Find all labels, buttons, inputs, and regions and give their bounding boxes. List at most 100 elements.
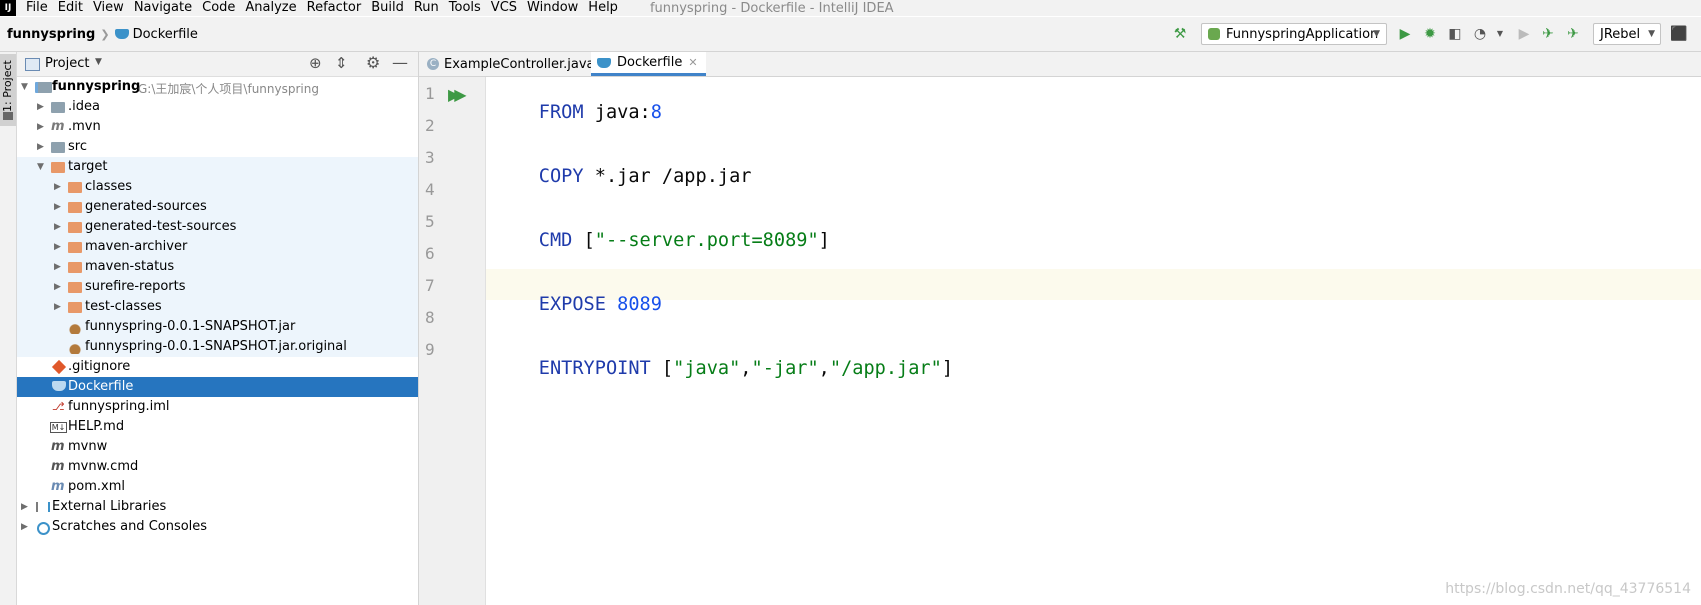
breadcrumb-project[interactable]: funnyspring [7,27,95,42]
watermark: https://blog.csdn.net/qq_43776514 [1445,581,1691,597]
code-editor[interactable]: FROM java:8 COPY *.jar /app.jar CMD ["--… [486,77,1701,605]
collapsed-arrow-icon[interactable]: ▶ [54,221,64,233]
tree-row-scratches[interactable]: ▶ Scratches and Consoles [17,517,418,537]
jrebel-debug-icon[interactable]: ✈ [1565,26,1581,42]
code-text: java: [583,102,651,123]
jrebel-dropdown[interactable]: JRebel ▼ [1593,23,1661,45]
tree-row-maven-archiver[interactable]: ▶ maven-archiver [17,237,418,257]
collapsed-arrow-icon[interactable]: ▶ [54,301,64,313]
tree-row-generated-sources[interactable]: ▶ generated-sources [17,197,418,217]
collapsed-arrow-icon[interactable]: ▶ [37,121,47,133]
expand-arrow-icon[interactable]: ▼ [37,161,47,173]
current-line-highlight [486,269,1701,300]
run-docker-gutter-icon[interactable]: ▶▶ [448,85,466,104]
project-panel-title[interactable]: Project [45,56,89,71]
collapse-all-icon[interactable]: ⇕ [335,54,348,72]
tree-row-classes[interactable]: ▶ classes [17,177,418,197]
tree-row-external-libraries[interactable]: ▶ External Libraries [17,497,418,517]
menu-window[interactable]: Window [527,0,578,16]
tree-row-snapshot-jar-original[interactable]: funnyspring-0.0.1-SNAPSHOT.jar.original [17,337,418,357]
jar-icon [68,320,82,334]
chevron-down-icon[interactable]: ▼ [95,57,102,67]
tree-row-generated-test-sources[interactable]: ▶ generated-test-sources [17,217,418,237]
line-number: 9 [425,340,435,359]
menu-navigate[interactable]: Navigate [134,0,192,16]
collapsed-arrow-icon[interactable]: ▶ [37,101,47,113]
collapsed-arrow-icon[interactable]: ▶ [54,181,64,193]
menu-run[interactable]: Run [414,0,439,16]
hide-icon[interactable]: — [392,53,408,72]
tree-row-iml[interactable]: ⎇ funnyspring.iml [17,397,418,417]
tree-row-idea[interactable]: ▶ .idea [17,97,418,117]
menu-code[interactable]: Code [202,0,235,16]
coverage-icon[interactable]: ◧ [1447,26,1463,42]
tree-item-label: HELP.md [68,419,125,434]
tree-row-help-md[interactable]: M↓ HELP.md [17,417,418,437]
tree-row-mvnw[interactable]: m mvnw [17,437,418,457]
close-icon[interactable]: ✕ [688,56,697,69]
breadcrumb-file[interactable]: Dockerfile [133,27,198,42]
build-hammer-icon[interactable]: ⚒ [1172,26,1188,42]
code-keyword: COPY [538,166,584,187]
excluded-folder-icon [68,242,82,253]
maven-m-icon: m [51,479,65,494]
collapsed-arrow-icon[interactable]: ▶ [21,521,31,533]
docker-icon [52,380,66,394]
menu-view[interactable]: View [93,0,124,16]
spring-icon [1208,28,1220,40]
run-config-dropdown[interactable]: FunnyspringApplication ▼ [1201,23,1387,45]
expand-arrow-icon[interactable]: ▼ [21,81,31,93]
tree-row-pom-xml[interactable]: m pom.xml [17,477,418,497]
tab-example-controller[interactable]: C ExampleController.java [427,52,595,76]
menu-vcs[interactable]: VCS [491,0,517,16]
collapsed-arrow-icon[interactable]: ▶ [54,281,64,293]
tab-dockerfile[interactable]: Dockerfile ✕ [591,52,706,76]
menu-tools[interactable]: Tools [449,0,481,16]
tree-item-label: maven-status [85,259,175,274]
debug-icon[interactable]: ✹ [1422,26,1438,42]
collapsed-arrow-icon[interactable]: ▶ [21,501,31,513]
menu-refactor[interactable]: Refactor [307,0,362,16]
collapsed-arrow-icon[interactable]: ▶ [54,201,64,213]
collapsed-arrow-icon[interactable]: ▶ [37,141,47,153]
jrebel-run-icon[interactable]: ✈ [1540,26,1556,42]
markdown-icon: M↓ [50,422,67,433]
tree-row-src[interactable]: ▶ src [17,137,418,157]
code-text: [ [572,230,595,251]
editor-tab-bar: C ExampleController.java Dockerfile ✕ [419,52,1701,77]
menu-edit[interactable]: Edit [58,0,83,16]
tree-row-dockerfile[interactable]: Dockerfile [17,377,418,397]
menu-file[interactable]: File [26,0,48,16]
editor-gutter: 1 ▶▶ 2 3 4 5 6 7 8 9 [419,77,486,605]
menu-help[interactable]: Help [588,0,618,16]
locate-icon[interactable]: ⊕ [309,54,322,72]
tree-row-snapshot-jar[interactable]: funnyspring-0.0.1-SNAPSHOT.jar [17,317,418,337]
tree-row-target[interactable]: ▼ target [17,157,418,177]
maven-m-icon: m [51,459,65,474]
tree-row-surefire-reports[interactable]: ▶ surefire-reports [17,277,418,297]
gear-icon[interactable]: ⚙ [366,53,380,72]
chevron-down-icon: ▼ [1648,29,1655,39]
menu-build[interactable]: Build [371,0,404,16]
run-icon[interactable]: ▶ [1397,26,1413,42]
docker-icon [114,29,129,39]
profiler-dropdown-icon[interactable]: ▼ [1492,26,1508,42]
profiler-icon[interactable]: ◔ [1472,26,1488,42]
tree-item-label: src [68,139,87,154]
tree-row-test-classes[interactable]: ▶ test-classes [17,297,418,317]
code-line-5: CMD ["--server.port=8089"] [494,209,830,272]
tree-row-root[interactable]: ▼ funnyspring G:\王加宸\个人项目\funnyspring [17,77,418,97]
line-number: 5 [425,212,435,231]
tree-row-mvnw-cmd[interactable]: m mvnw.cmd [17,457,418,477]
code-text: , [740,358,752,379]
collapsed-arrow-icon[interactable]: ▶ [54,261,64,273]
project-panel-header: Project ▼ ⊕ ⇕ ⚙ — [17,52,418,77]
update-icon[interactable]: ⬛ [1670,26,1687,42]
tree-row-gitignore[interactable]: .gitignore [17,357,418,377]
menu-analyze[interactable]: Analyze [245,0,296,16]
tree-row-mvn[interactable]: ▶ m .mvn [17,117,418,137]
tree-item-label: External Libraries [52,499,167,514]
collapsed-arrow-icon[interactable]: ▶ [54,241,64,253]
tree-item-label: generated-test-sources [85,219,237,234]
tree-row-maven-status[interactable]: ▶ maven-status [17,257,418,277]
